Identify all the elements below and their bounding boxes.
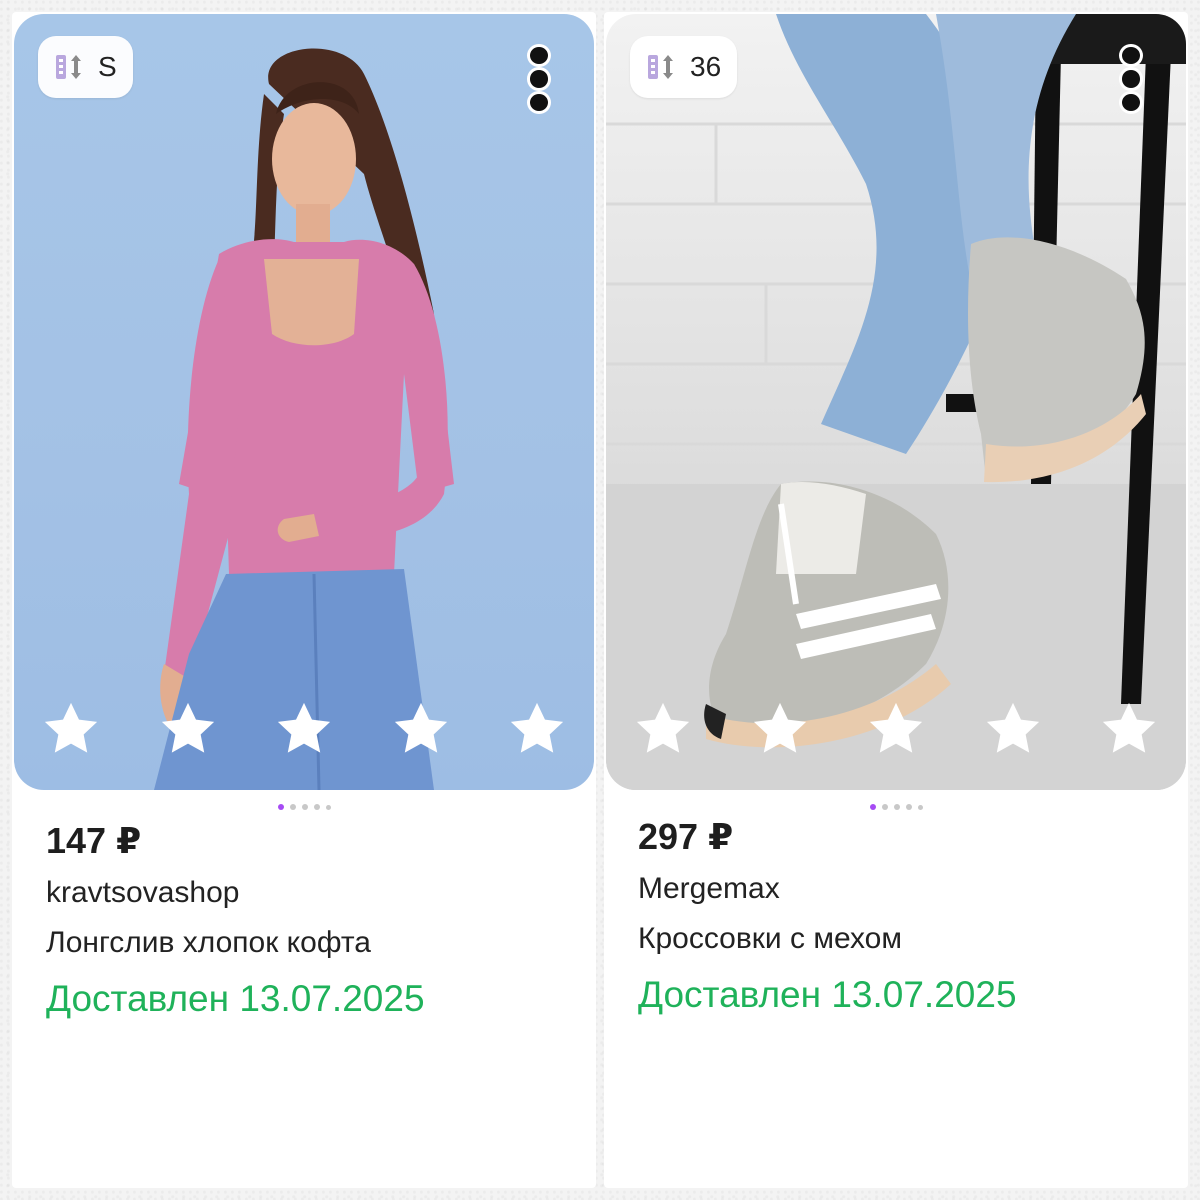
product-title[interactable]: Лонгслив хлопок кофта — [46, 926, 371, 960]
delivery-status: Доставлен 13.07.2025 — [46, 978, 425, 1019]
star-icon-3[interactable] — [271, 696, 337, 762]
gallery-dot[interactable] — [289, 804, 296, 810]
size-label: 36 — [690, 51, 722, 82]
rating-stars — [630, 694, 1162, 764]
delivery-status: Доставлен 13.07.2025 — [638, 974, 1017, 1015]
size-badge[interactable]: S — [38, 36, 133, 98]
gallery-pagination — [12, 804, 596, 810]
product-card-longsleeve[interactable]: S 147 ₽ kravtsovashop Лонгслив хлопок ко… — [12, 12, 596, 1188]
product-card-sneakers[interactable]: 36 297 ₽ Mergemax Кроссовки с мехом Дост… — [604, 12, 1188, 1188]
star-icon-2[interactable] — [747, 696, 813, 762]
product-photo[interactable]: S — [14, 14, 594, 790]
more-dot — [1119, 67, 1143, 91]
more-dot — [527, 44, 551, 68]
star-icon-5[interactable] — [504, 696, 570, 762]
gallery-dot[interactable] — [325, 804, 331, 810]
product-photo-art — [154, 48, 454, 790]
gallery-pagination — [604, 804, 1188, 810]
gallery-dot[interactable] — [917, 804, 923, 810]
star-icon-1[interactable] — [630, 696, 696, 762]
star-icon-4[interactable] — [388, 696, 454, 762]
product-price: 147 ₽ — [46, 820, 142, 861]
gallery-dot[interactable] — [881, 804, 888, 810]
size-badge[interactable]: 36 — [630, 36, 738, 98]
star-icon-3[interactable] — [863, 696, 929, 762]
gallery-dot[interactable] — [893, 804, 900, 810]
product-seller[interactable]: kravtsovashop — [46, 876, 239, 910]
product-price: 297 ₽ — [638, 816, 734, 857]
size-icon — [648, 55, 673, 79]
gallery-dot[interactable] — [869, 804, 876, 810]
product-photo-art — [606, 14, 1186, 790]
product-photo[interactable]: 36 — [606, 14, 1186, 790]
product-title[interactable]: Кроссовки с мехом — [638, 922, 902, 956]
size-icon — [56, 55, 81, 79]
gallery-dot[interactable] — [301, 804, 308, 810]
gallery-dot[interactable] — [277, 804, 284, 810]
gallery-dot[interactable] — [905, 804, 912, 810]
size-label: S — [98, 51, 117, 82]
more-dot — [1119, 44, 1143, 68]
more-dot — [527, 90, 551, 114]
more-dot — [527, 67, 551, 91]
more-vertical-icon[interactable] — [522, 44, 556, 114]
more-vertical-icon[interactable] — [1114, 44, 1148, 114]
star-icon-1[interactable] — [38, 696, 104, 762]
star-icon-4[interactable] — [980, 696, 1046, 762]
rating-stars — [38, 694, 570, 764]
gallery-dot[interactable] — [313, 804, 320, 810]
star-icon-2[interactable] — [155, 696, 221, 762]
product-seller[interactable]: Mergemax — [638, 872, 780, 906]
star-icon-5[interactable] — [1096, 696, 1162, 762]
more-dot — [1119, 90, 1143, 114]
